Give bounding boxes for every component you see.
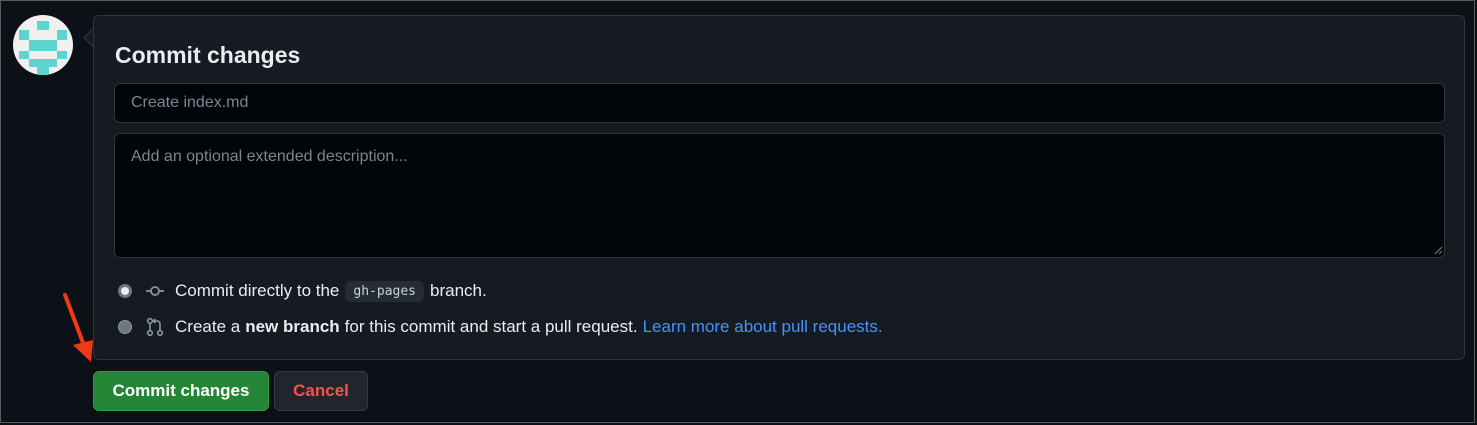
resize-handle-icon[interactable]: [1434, 246, 1443, 255]
identicon-pixel: [19, 51, 29, 59]
commit-description-textarea[interactable]: [114, 133, 1445, 258]
option-direct-text-after: branch.: [430, 281, 487, 300]
git-pull-request-icon: [146, 317, 164, 337]
commit-summary-input[interactable]: [114, 83, 1445, 123]
radio-new-branch[interactable]: [118, 320, 132, 334]
option-new-bold: new branch: [245, 317, 340, 336]
branch-name-badge: gh-pages: [345, 280, 425, 302]
identicon-pixel: [37, 21, 49, 30]
option-direct-text-before: Commit directly to the: [175, 281, 340, 300]
option-new-text-after: for this commit and start a pull request…: [344, 317, 638, 336]
pull-request-help-link[interactable]: Learn more about pull requests.: [643, 317, 883, 337]
option-new-branch[interactable]: Create a new branch for this commit and …: [118, 315, 883, 339]
git-commit-icon: [146, 286, 164, 296]
option-new-text-before: Create a: [175, 317, 241, 336]
identicon-pixel: [29, 59, 57, 67]
red-arrow-icon: [63, 293, 93, 362]
identicon-pixel: [57, 51, 67, 59]
identicon-pixel: [29, 40, 57, 51]
commit-changes-button[interactable]: Commit changes: [93, 371, 269, 411]
commit-title: Commit changes: [115, 42, 301, 68]
commit-panel: Commit changes Commit directly to the gh…: [93, 15, 1465, 360]
identicon-pixel: [19, 30, 29, 40]
radio-commit-direct[interactable]: [118, 284, 132, 298]
cancel-button[interactable]: Cancel: [274, 371, 368, 411]
identicon-pixel: [37, 67, 49, 75]
avatar[interactable]: [13, 15, 73, 75]
identicon-pixel: [57, 30, 67, 40]
option-commit-direct[interactable]: Commit directly to the gh-pages branch.: [118, 279, 487, 303]
